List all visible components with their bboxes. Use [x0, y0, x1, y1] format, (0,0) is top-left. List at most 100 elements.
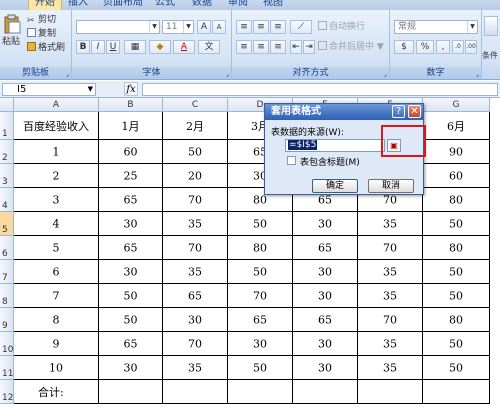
table-cell[interactable]: 80 [228, 236, 293, 260]
table-cell[interactable]: 65 [228, 308, 293, 332]
align-center-button[interactable]: ≡ [253, 40, 269, 54]
table-cell[interactable]: 9 [14, 332, 99, 356]
table-cell[interactable]: 70 [358, 308, 423, 332]
table-cell[interactable]: 35 [358, 260, 423, 284]
table-cell[interactable]: 35 [358, 212, 423, 236]
table-cell[interactable]: 35 [358, 356, 423, 380]
table-cell[interactable] [99, 380, 163, 404]
table-cell[interactable]: 25 [99, 164, 163, 188]
merge-center-button[interactable]: 合并后居中 ▼ [318, 41, 384, 53]
tab-page-layout[interactable]: 页面布局 [103, 0, 143, 10]
close-button[interactable]: ✕ [408, 105, 421, 118]
table-cell[interactable]: 7 [14, 284, 99, 308]
table-cell[interactable]: 合计: [14, 380, 99, 404]
row-header[interactable]: 11 [0, 356, 14, 380]
table-cell[interactable]: 35 [358, 332, 423, 356]
row-header[interactable]: 4 [0, 188, 14, 212]
table-cell[interactable]: 30 [293, 260, 358, 284]
table-cell[interactable]: 60 [423, 164, 490, 188]
alignment-launcher-icon[interactable]: ⌟ [384, 70, 387, 78]
table-cell[interactable]: 50 [423, 260, 490, 284]
table-cell[interactable]: 70 [163, 188, 228, 212]
increase-decimal-button[interactable]: .0 [452, 40, 464, 54]
tab-home[interactable]: 开始 [28, 0, 62, 10]
format-painter-button[interactable]: 格式刷 [27, 42, 65, 54]
formula-input[interactable] [142, 83, 498, 96]
row-header[interactable]: 12 [0, 380, 14, 404]
table-cell[interactable]: 35 [358, 284, 423, 308]
select-all-corner[interactable] [0, 98, 14, 112]
table-cell[interactable]: 30 [293, 356, 358, 380]
decrease-decimal-button[interactable]: .00 [465, 40, 477, 54]
currency-button[interactable]: $ [394, 40, 414, 54]
row-header[interactable]: 8 [0, 284, 14, 308]
wrap-text-button[interactable]: 自动换行 [318, 21, 365, 33]
table-cell[interactable]: 1 [14, 140, 99, 164]
table-cell[interactable]: 50 [163, 140, 228, 164]
tab-insert[interactable]: 插入 [68, 0, 88, 10]
source-range-input[interactable]: =$I$5 [285, 139, 385, 152]
table-cell[interactable]: 4 [14, 212, 99, 236]
row-header[interactable]: 5 [0, 212, 14, 236]
italic-button[interactable]: I [91, 40, 105, 54]
column-header[interactable]: G [423, 98, 490, 112]
table-cell[interactable]: 50 [423, 332, 490, 356]
grow-font-button[interactable]: A [197, 20, 211, 34]
table-cell[interactable]: 10 [14, 356, 99, 380]
has-headers-checkbox[interactable] [287, 156, 296, 165]
row-header[interactable]: 3 [0, 164, 14, 188]
table-cell[interactable]: 50 [99, 284, 163, 308]
table-cell[interactable]: 30 [99, 260, 163, 284]
row-header[interactable]: 9 [0, 308, 14, 332]
row-header[interactable]: 2 [0, 140, 14, 164]
table-cell[interactable]: 50 [99, 308, 163, 332]
table-cell[interactable]: 30 [293, 284, 358, 308]
table-cell[interactable]: 8 [14, 308, 99, 332]
table-cell[interactable]: 50 [423, 284, 490, 308]
table-cell[interactable]: 50 [228, 356, 293, 380]
font-name-combo[interactable]: ▼ [76, 20, 160, 34]
column-header[interactable]: A [14, 98, 99, 112]
font-size-combo[interactable]: 11 ▼ [162, 20, 194, 34]
bold-button[interactable]: B [76, 40, 90, 54]
table-cell[interactable] [358, 380, 423, 404]
fill-color-button[interactable]: ◆ [149, 40, 171, 54]
table-cell[interactable]: 65 [293, 308, 358, 332]
row-header[interactable]: 6 [0, 236, 14, 260]
table-cell[interactable]: 30 [163, 308, 228, 332]
insert-function-button[interactable]: fx [124, 82, 138, 96]
paste-button[interactable]: 粘贴 [2, 14, 22, 50]
table-cell[interactable]: 80 [423, 188, 490, 212]
table-cell[interactable]: 30 [293, 332, 358, 356]
table-cell[interactable]: 百度经验收入 [14, 112, 99, 140]
table-cell[interactable] [163, 380, 228, 404]
table-cell[interactable]: 2月 [163, 112, 228, 140]
help-button[interactable]: ? [392, 105, 405, 118]
table-cell[interactable]: 90 [423, 140, 490, 164]
shrink-font-button[interactable]: A [212, 20, 226, 34]
table-cell[interactable]: 80 [423, 236, 490, 260]
comma-button[interactable]: , [436, 40, 450, 54]
table-cell[interactable]: 80 [423, 308, 490, 332]
table-cell[interactable]: 50 [228, 260, 293, 284]
row-header[interactable]: 1 [0, 112, 14, 140]
table-cell[interactable]: 70 [358, 236, 423, 260]
table-cell[interactable]: 30 [228, 332, 293, 356]
align-right-button[interactable]: ≡ [270, 40, 286, 54]
table-cell[interactable] [423, 380, 490, 404]
tab-view[interactable]: 视图 [263, 0, 283, 10]
align-top-button[interactable]: ≡ [236, 20, 252, 34]
clipboard-launcher-icon[interactable]: ⌟ [66, 70, 69, 78]
table-cell[interactable]: 6 [14, 260, 99, 284]
table-cell[interactable]: 70 [163, 236, 228, 260]
align-middle-button[interactable]: ≡ [253, 20, 269, 34]
table-cell[interactable]: 30 [99, 356, 163, 380]
table-cell[interactable]: 65 [99, 332, 163, 356]
tab-review[interactable]: 审阅 [228, 0, 248, 10]
table-cell[interactable]: 65 [99, 236, 163, 260]
align-bottom-button[interactable]: ≡ [270, 20, 286, 34]
font-color-button[interactable]: A [173, 40, 195, 54]
table-cell[interactable]: 65 [163, 284, 228, 308]
decrease-indent-button[interactable]: ⇤ [290, 40, 302, 54]
column-header[interactable]: C [163, 98, 228, 112]
